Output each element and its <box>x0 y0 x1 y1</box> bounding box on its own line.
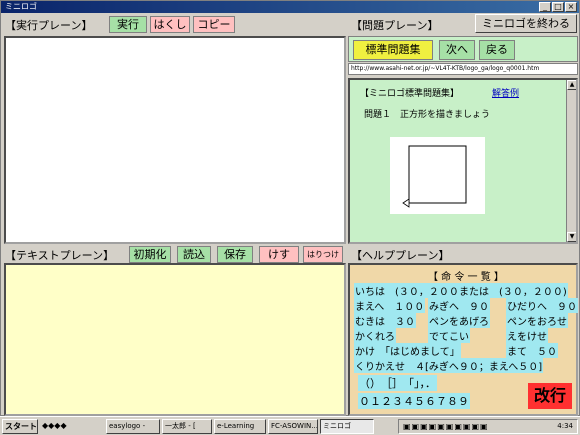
task-ichitaro[interactable]: 一太郎 - [ <box>162 419 212 434</box>
read-button[interactable]: 読込 <box>177 246 211 263</box>
cmd-show[interactable]: でてこい <box>428 328 470 343</box>
scroll-up-icon[interactable]: ▲ <box>567 80 576 90</box>
standard-problems-button[interactable]: 標準問題集 <box>353 40 433 60</box>
square-shape <box>408 145 467 204</box>
tray-icons[interactable]: ▣▣▣▣▣▣▣▣▣▣ <box>403 422 489 431</box>
problem-question: 問題１ 正方形を描きましょう <box>364 110 491 120</box>
cmd-left[interactable]: ひだりへ ９０ <box>506 298 578 313</box>
maximize-button[interactable]: □ <box>552 2 564 12</box>
problem-plane-label: 【問題プレーン】 <box>351 19 439 32</box>
cmd-clearscreen[interactable]: えをけせ <box>506 328 548 343</box>
init-button[interactable]: 初期化 <box>129 246 171 263</box>
help-content: 【 命 令 一 覧 】 いちは (３０，２００) または (３０，２００) まえ… <box>348 263 578 416</box>
cmd-right[interactable]: みぎへ ９０ <box>428 298 490 313</box>
erase-button[interactable]: はくし <box>150 16 190 33</box>
start-label: スタート <box>5 422 37 431</box>
start-button[interactable]: スタート <box>2 419 38 434</box>
window-title: ミニロゴ <box>5 2 37 11</box>
exec-canvas[interactable] <box>4 36 346 244</box>
cmd-pendown[interactable]: ペンをおろせ <box>506 313 568 328</box>
back-button[interactable]: 戻る <box>479 40 515 60</box>
scroll-down-icon[interactable]: ▼ <box>567 232 576 242</box>
next-button[interactable]: 次へ <box>439 40 475 60</box>
task-easylogo[interactable]: easylogo - <box>106 419 160 434</box>
problem-scrollbar[interactable]: ▲ ▼ <box>566 80 576 242</box>
newline-button[interactable]: 改行 <box>528 383 572 409</box>
taskbar: スタート ◆◆◆◆ easylogo - 一太郎 - [ e-Learning … <box>0 416 580 435</box>
problem-content: 【ミニロゴ標準問題集】 解答例 問題１ 正方形を描きましょう ▲ ▼ <box>348 78 578 244</box>
title-bar: ミニロゴ _ □ × <box>1 1 579 13</box>
clock: 4:34 <box>557 422 573 430</box>
app-window: ミニロゴ _ □ × 【実行プレーン】 実行 はくし コピー 【問題プレーン】 … <box>0 0 580 416</box>
cmd-position-alt[interactable]: または (３０，２００) <box>458 283 568 298</box>
quicklaunch-icons[interactable]: ◆◆◆◆ <box>42 421 67 430</box>
text-editor[interactable] <box>4 263 346 416</box>
symbol-keys[interactable]: （） ［］ 「」，． <box>358 375 437 391</box>
copy-button[interactable]: コピー <box>193 16 235 33</box>
minimize-button[interactable]: _ <box>539 2 551 12</box>
cmd-wait[interactable]: まて ５０ <box>506 343 558 358</box>
problem-figure <box>390 137 485 214</box>
turtle-icon <box>402 198 410 208</box>
cmd-hide[interactable]: かくれろ <box>354 328 396 343</box>
system-tray: ▣▣▣▣▣▣▣▣▣▣ 4:34 <box>398 419 578 434</box>
cmd-penup[interactable]: ペンをあげろ <box>428 313 490 328</box>
help-title: 【 命 令 一 覧 】 <box>428 272 504 283</box>
task-elearning[interactable]: e-Learning <box>214 419 266 434</box>
problem-toolbar: 標準問題集 次へ 戻る <box>348 36 578 62</box>
exec-plane-label: 【実行プレーン】 <box>5 19 93 32</box>
help-plane-label: 【ヘルププレーン】 <box>351 249 450 262</box>
run-button[interactable]: 実行 <box>109 16 147 33</box>
save-button[interactable]: 保存 <box>217 246 253 263</box>
cmd-position[interactable]: いちは (３０，２００) <box>354 283 464 298</box>
text-plane-label: 【テキストプレーン】 <box>5 249 115 262</box>
url-bar[interactable]: http://www.asahi-net.or.jp/~VL4T-KTB/log… <box>348 63 578 75</box>
task-minilogo[interactable]: ミニロゴ <box>320 419 374 434</box>
close-button[interactable]: × <box>565 2 577 12</box>
quit-button[interactable]: ミニロゴを終わる <box>475 14 577 33</box>
problem-heading: 【ミニロゴ標準問題集】 <box>360 89 460 99</box>
cmd-forward[interactable]: まえへ １００ <box>354 298 426 313</box>
clear-button[interactable]: けす <box>259 246 299 263</box>
answer-link[interactable]: 解答例 <box>492 86 519 99</box>
paste-button[interactable]: はりつけ <box>303 246 343 263</box>
cmd-heading[interactable]: むきは ３０ <box>354 313 416 328</box>
square-figure <box>402 145 467 208</box>
cmd-repeat[interactable]: くりかえせ ４[みぎへ９０；まえへ５０] <box>354 358 544 373</box>
task-fcasowin[interactable]: FC-ASOWIN... <box>268 419 318 434</box>
digit-keys[interactable]: ０１２３４５６７８９ <box>358 393 470 409</box>
cmd-write[interactable]: かけ 「はじめまして」 <box>354 343 461 358</box>
